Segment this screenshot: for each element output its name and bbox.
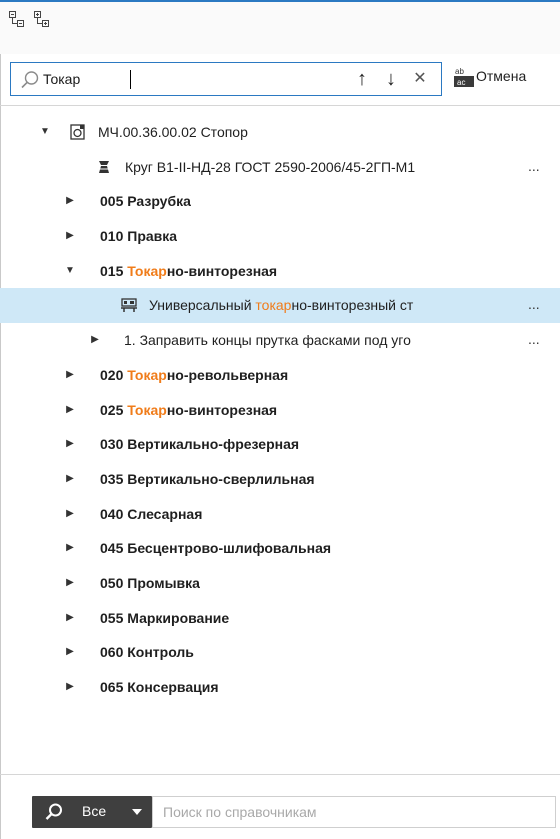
operation-label: 040 Слесарная [100,505,203,522]
tree-row-material[interactable]: Круг В1-II-НД-28 ГОСТ 2590-2006/45-2ГП-М… [0,149,560,185]
collapsed-arrow-icon[interactable]: ▶ [63,358,77,392]
collapsed-arrow-icon[interactable]: ▶ [63,427,77,461]
search-highlight: Токар [127,366,167,383]
search-input[interactable] [43,67,343,91]
collapsed-arrow-icon[interactable]: ▶ [63,393,77,427]
tree-row-operation[interactable]: ▶ 035 Вертикально-сверлильная [0,462,560,497]
operation-label: 020 Токарно-револьверная [100,366,289,383]
operation-label: 065 Консервация [100,679,219,695]
operation-label: 035 Вертикально-сверлильная [100,470,315,487]
text-fade [496,288,526,323]
search-next-button[interactable]: ↓ [380,67,402,91]
tree-row-operation[interactable]: ▼ 015 Токарно-винторезная [0,254,560,289]
tree-item-label: МЧ.00.36.00.02 Стопор [98,124,248,140]
operation-label: 015 Токарно-винторезная [100,262,278,279]
operation-label: 005 Разрубка [100,193,191,210]
cancel-button[interactable]: Отмена [476,68,526,84]
collapsed-arrow-icon[interactable]: ▶ [63,184,77,218]
tree-row-operation[interactable]: ▶ 005 Разрубка [0,184,560,219]
expanded-arrow-icon[interactable]: ▼ [63,254,77,288]
text-caret [130,70,131,89]
search-icon [19,69,41,91]
search-highlight: Токар [127,401,167,418]
search-icon [44,802,64,822]
material-icon [96,159,114,175]
match-case-icon[interactable]: ab ac [453,65,475,89]
lathe-icon [120,297,138,313]
tree-row-operation[interactable]: ▶ 045 Бесцентрово-шлифовальная [0,531,560,566]
search-scope-label: Все [82,803,107,819]
divider [0,105,560,106]
tree-item-label: 1. Заправить концы прутка фасками под уг… [124,332,411,349]
tree-item-label: Круг В1-II-НД-28 ГОСТ 2590-2006/45-2ГП-М… [125,158,416,175]
collapsed-arrow-icon[interactable]: ▶ [63,635,77,669]
tree-row-operation[interactable]: ▶ 025 Токарно-винторезная [0,393,560,428]
collapsed-arrow-icon[interactable]: ▶ [63,601,77,635]
tree-row-step[interactable]: ▶ 1. Заправить концы прутка фасками под … [0,323,560,358]
tree-item-label: Универсальный токарно-винторезный ст [149,297,414,314]
tree-row-operation[interactable]: ▶ 055 Маркирование [0,601,560,636]
part-doc-icon [69,124,87,140]
collapsed-arrow-icon[interactable]: ▶ [63,531,77,565]
operation-label: 025 Токарно-винторезная [100,401,278,418]
tree-row-operation[interactable]: ▶ 060 Контроль [0,635,560,670]
more-button[interactable]: ... [528,288,540,320]
chevron-down-icon [130,805,144,819]
collapsed-arrow-icon[interactable]: ▶ [63,566,77,600]
collapsed-arrow-icon[interactable]: ▶ [63,462,77,496]
collapsed-arrow-icon[interactable]: ▶ [63,219,77,253]
operation-label: 050 Промывка [100,574,200,591]
tree-row-operation[interactable]: ▶ 010 Правка [0,219,560,254]
tree-collapse-icon[interactable] [8,10,26,28]
text-fade [496,323,526,358]
tree-row-operation[interactable]: ▶ 065 Консервация [0,670,560,705]
tree-row-operation[interactable]: ▶ 040 Слесарная [0,497,560,532]
operation-label: 060 Контроль [100,644,194,661]
tree-row-operation[interactable]: ▶ 020 Токарно-револьверная [0,358,560,393]
operation-label: 030 Вертикально-фрезерная [100,436,300,453]
collapsed-arrow-icon[interactable]: ▶ [63,670,77,704]
tech-process-tree: ▼ МЧ.00.36.00.02 Стопор Круг В1-II-НД-28… [0,115,560,705]
search-highlight: Токар [127,262,167,279]
tree-row-root[interactable]: ▼ МЧ.00.36.00.02 Стопор [0,115,560,150]
operation-label: 055 Маркирование [100,609,230,626]
collapsed-arrow-icon[interactable]: ▶ [63,497,77,531]
tree-row-operation[interactable]: ▶ 050 Промывка [0,566,560,601]
svg-text:ab: ab [455,67,464,76]
tree-expand-icon[interactable] [33,10,51,28]
clear-search-button[interactable]: ✕ [409,67,431,91]
operation-label: 010 Правка [100,228,178,245]
operation-label: 045 Бесцентрово-шлифовальная [100,540,332,557]
search-prev-button[interactable]: ↑ [351,67,373,91]
text-fade [496,149,526,184]
tree-search-box: ↑ ↓ ✕ [10,62,442,96]
tree-row-operation[interactable]: ▶ 030 Вертикально-фрезерная [0,427,560,462]
tree-toolbar [0,2,560,54]
collapsed-arrow-icon[interactable]: ▶ [88,323,102,357]
expanded-arrow-icon[interactable]: ▼ [38,115,52,149]
tree-row-equipment[interactable]: Универсальный токарно-винторезный ст ... [0,288,560,324]
more-button[interactable]: ... [528,150,540,182]
search-highlight: токар [255,297,292,314]
svg-text:ac: ac [457,78,465,87]
library-search-input[interactable] [152,796,556,828]
divider [0,774,560,775]
search-scope-dropdown[interactable]: Все [32,796,152,828]
more-button[interactable]: ... [528,323,540,355]
